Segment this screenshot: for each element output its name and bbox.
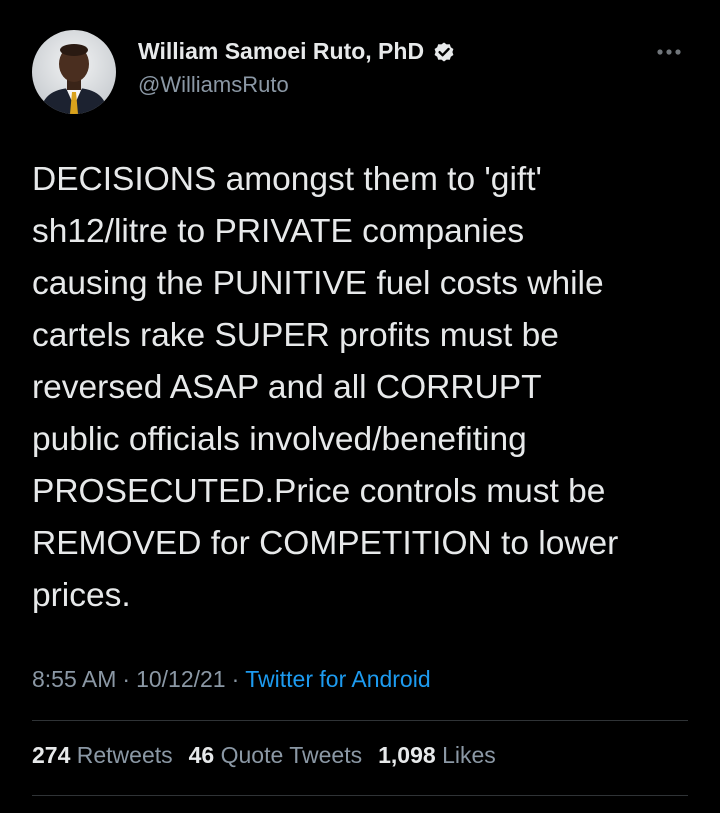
profile-photo-icon: [32, 30, 116, 114]
divider: [32, 720, 688, 721]
retweets-stat[interactable]: 274 Retweets: [32, 742, 173, 769]
user-handle[interactable]: @WilliamsRuto: [138, 72, 289, 98]
quotes-label: Quote Tweets: [220, 742, 363, 768]
likes-count: 1,098: [378, 742, 436, 768]
tweet-stats: 274 Retweets 46 Quote Tweets 1,098 Likes: [32, 742, 496, 769]
tweet-date[interactable]: 10/12/21: [136, 666, 226, 692]
retweets-count: 274: [32, 742, 71, 768]
author-name-row[interactable]: William Samoei Ruto, PhD: [138, 38, 456, 65]
quote-tweets-stat[interactable]: 46 Quote Tweets: [189, 742, 362, 769]
quotes-count: 46: [188, 742, 215, 768]
divider: [32, 795, 688, 796]
tweet-time[interactable]: 8:55 AM: [32, 666, 116, 692]
more-options-icon[interactable]: [650, 40, 688, 64]
verified-badge-icon: [432, 40, 456, 64]
meta-separator: ·: [231, 666, 240, 692]
likes-stat[interactable]: 1,098 Likes: [378, 742, 496, 769]
avatar[interactable]: [32, 30, 116, 114]
tweet-source-link[interactable]: Twitter for Android: [245, 666, 430, 692]
tweet-card: William Samoei Ruto, PhD @WilliamsRuto D…: [0, 0, 720, 813]
meta-separator: ·: [122, 666, 131, 692]
tweet-meta: 8:55 AM · 10/12/21 · Twitter for Android: [32, 666, 431, 693]
retweets-label: Retweets: [76, 742, 173, 768]
tweet-text: DECISIONS amongst them to 'gift' sh12/li…: [32, 161, 619, 614]
likes-label: Likes: [442, 742, 496, 768]
display-name[interactable]: William Samoei Ruto, PhD: [138, 38, 424, 65]
